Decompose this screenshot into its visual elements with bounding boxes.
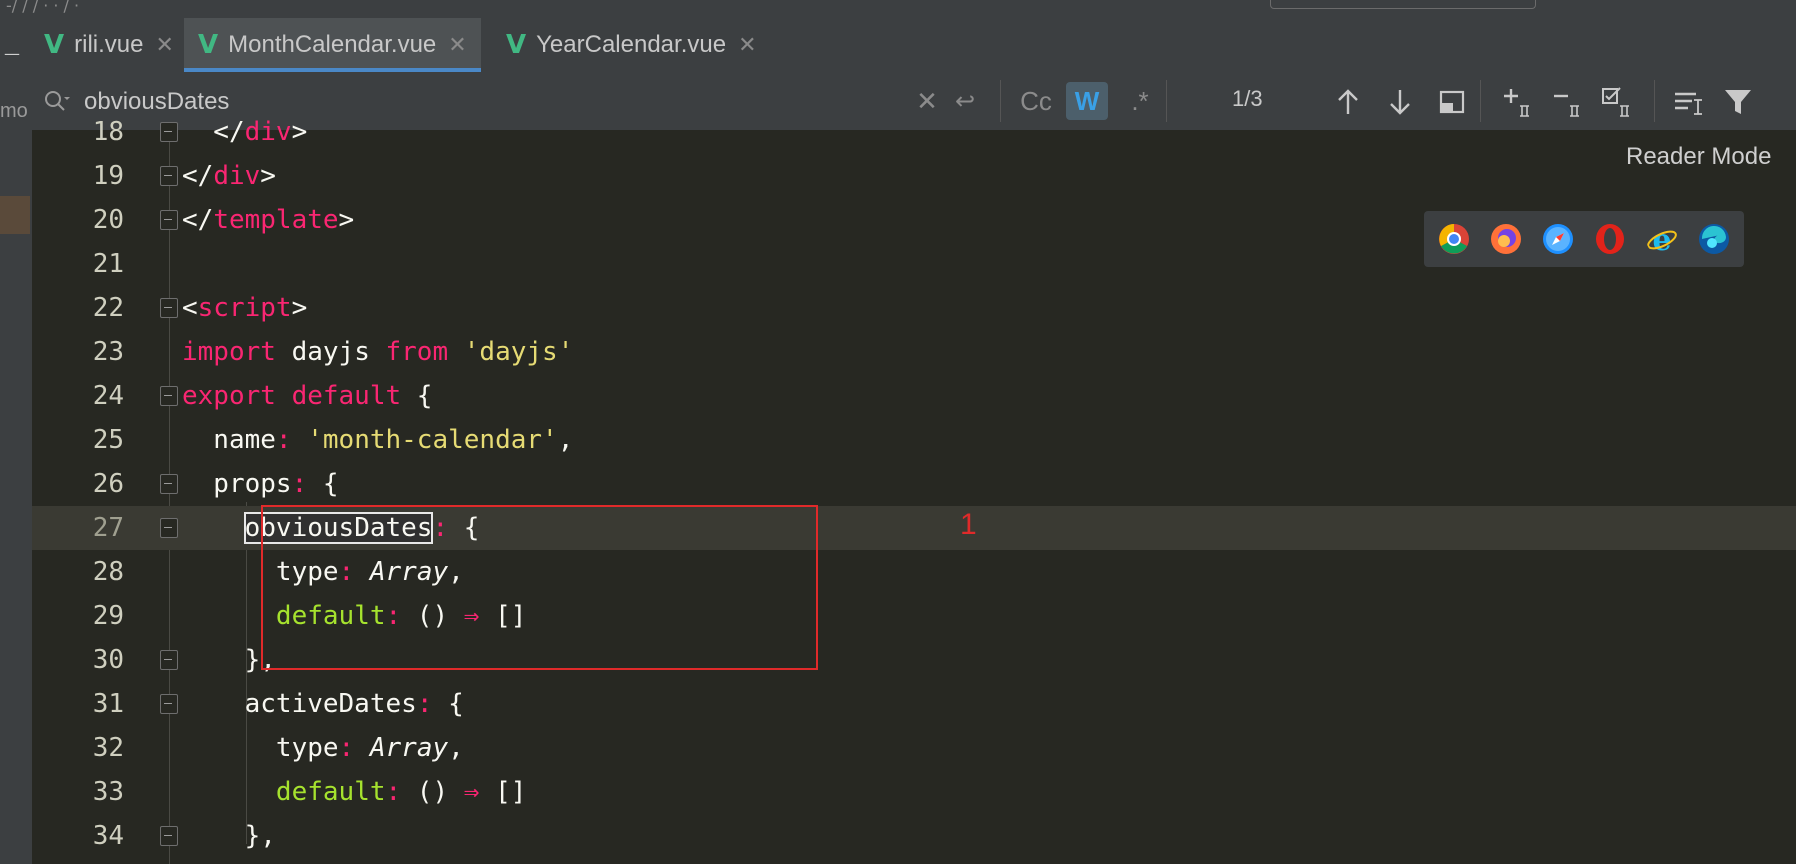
code-line[interactable]: 23 import dayjs from 'dayjs' [32, 330, 1796, 374]
tab-rili-vue[interactable]: V rili.vue ✕ [44, 18, 174, 72]
code-text: export default { [182, 381, 433, 411]
line-number: 33 [92, 777, 124, 807]
firefox-icon[interactable] [1490, 223, 1522, 255]
tab-label: rili.vue [74, 31, 144, 58]
code-line[interactable]: 31 activeDates: { [32, 682, 1796, 726]
fold-icon[interactable] [160, 826, 178, 846]
code-text: activeDates: { [182, 689, 464, 719]
edge-icon[interactable] [1698, 223, 1730, 255]
code-line[interactable]: 26 props: { [32, 462, 1796, 506]
tab-label: MonthCalendar.vue [228, 31, 437, 58]
search-everywhere-field[interactable] [1270, 0, 1536, 9]
ie-icon[interactable]: e [1646, 223, 1678, 255]
window-top-strip: -/ / / · · / · [0, 0, 1796, 19]
code-line[interactable]: 19 </div> [32, 154, 1796, 198]
match-count: 1/3 [1232, 86, 1263, 111]
code-text: </template> [182, 205, 355, 235]
fold-icon[interactable] [160, 650, 178, 670]
line-number: 25 [92, 425, 124, 455]
code-line[interactable]: 32 type: Array, [32, 726, 1796, 770]
fold-icon[interactable] [160, 166, 178, 186]
tab-monthcalendar-vue[interactable]: V MonthCalendar.vue ✕ [184, 18, 481, 72]
collapse-icon[interactable]: — [4, 44, 20, 63]
fold-icon[interactable] [160, 474, 178, 494]
line-number: 30 [92, 645, 124, 675]
selected-project-item[interactable] [0, 196, 30, 234]
code-text: default: () ⇒ [] [275, 777, 527, 807]
close-icon[interactable]: ✕ [738, 32, 756, 58]
line-number: 27 [92, 513, 124, 543]
fold-icon[interactable] [160, 386, 178, 406]
browser-preview-popup: e [1424, 211, 1744, 267]
line-number: 20 [92, 205, 124, 235]
opera-icon[interactable] [1594, 223, 1626, 255]
fold-icon[interactable] [160, 122, 178, 142]
chrome-icon[interactable] [1438, 223, 1470, 255]
line-number: 23 [92, 337, 124, 367]
close-icon[interactable]: ✕ [448, 32, 466, 58]
code-line[interactable]: 22 <script> [32, 286, 1796, 330]
code-text: import dayjs from 'dayjs' [182, 337, 574, 367]
line-number: 21 [92, 249, 124, 279]
code-line[interactable]: 33 default: () ⇒ [] [32, 770, 1796, 814]
fold-icon[interactable] [160, 518, 178, 538]
project-panel-label: mo [0, 100, 28, 122]
close-icon[interactable]: ✕ [155, 32, 173, 58]
fold-icon[interactable] [160, 298, 178, 318]
vue-icon: V [44, 30, 65, 60]
annotation-box [261, 505, 818, 670]
line-number: 34 [92, 821, 124, 851]
code-line[interactable]: 18 </div> [32, 110, 1796, 154]
code-line[interactable]: 34 }, [32, 814, 1796, 858]
tab-label: YearCalendar.vue [536, 31, 727, 58]
line-number: 31 [92, 689, 124, 719]
code-text: props: { [182, 469, 339, 499]
svg-text:e: e [1652, 223, 1671, 255]
line-number: 24 [92, 381, 124, 411]
fold-icon[interactable] [160, 694, 178, 714]
tab-yearcalendar-vue[interactable]: V YearCalendar.vue ✕ [506, 18, 757, 72]
breadcrumb: -/ / / · · / · [6, 0, 80, 15]
line-number: 28 [92, 557, 124, 587]
code-text: </div> [182, 117, 308, 147]
code-text: name: 'month-calendar', [182, 425, 574, 455]
code-text: </div> [182, 161, 276, 191]
line-number: 26 [92, 469, 124, 499]
line-number: 22 [92, 293, 124, 323]
code-line[interactable]: 25 name: 'month-calendar', [32, 418, 1796, 462]
vue-icon: V [506, 30, 527, 60]
project-panel-edge: — mo [0, 18, 32, 864]
line-number: 18 [92, 117, 124, 147]
line-number: 32 [92, 733, 124, 763]
vue-icon: V [198, 30, 219, 60]
safari-icon[interactable] [1542, 223, 1574, 255]
editor-tabs: V rili.vue ✕ V MonthCalendar.vue ✕ V Yea… [32, 18, 1796, 72]
reader-mode-button[interactable]: Reader Mode [1626, 143, 1771, 171]
fold-icon[interactable] [160, 210, 178, 230]
line-number: 19 [92, 161, 124, 191]
code-text: type: Array, [182, 733, 464, 763]
line-number: 29 [92, 601, 124, 631]
annotation-label: 1 [960, 508, 977, 541]
code-text: }, [182, 821, 276, 851]
code-text: <script> [182, 293, 308, 323]
code-line[interactable]: 24 export default { [32, 374, 1796, 418]
